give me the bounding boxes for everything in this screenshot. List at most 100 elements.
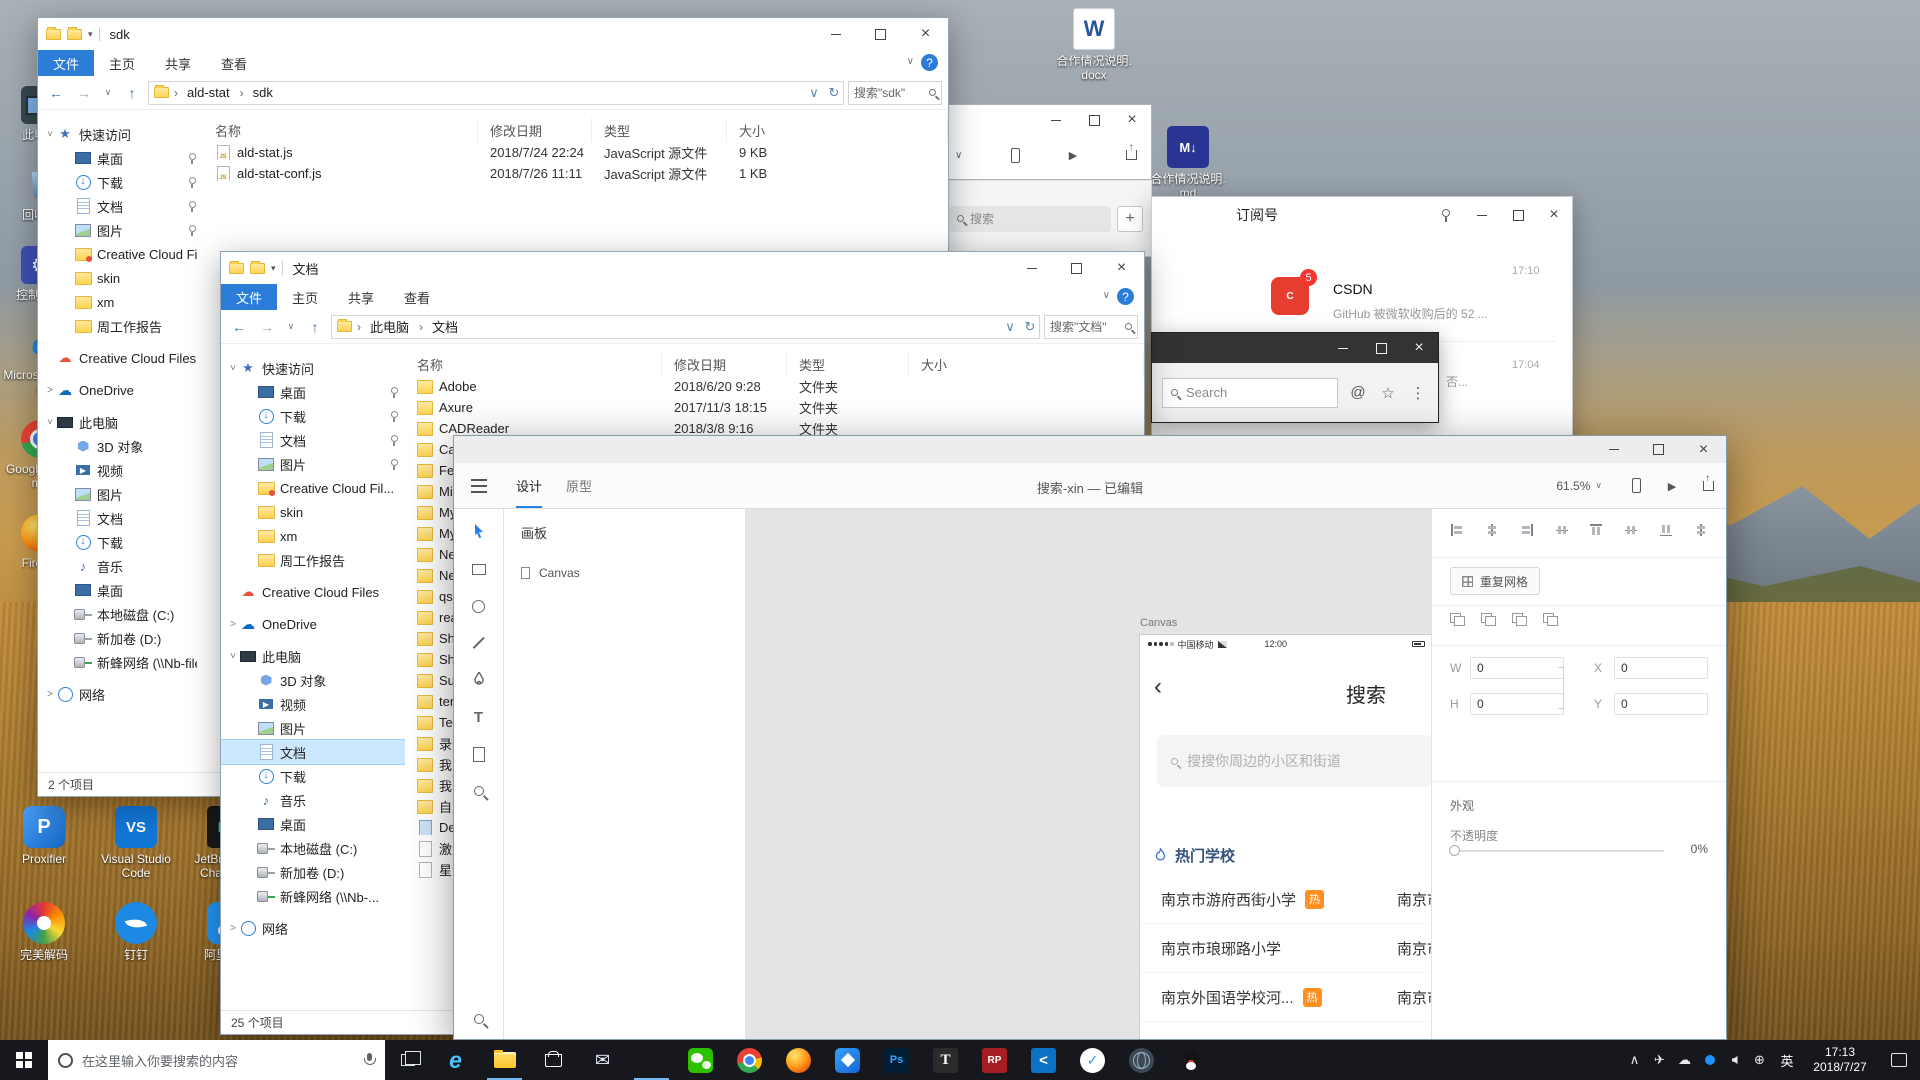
align-center-icon[interactable] <box>1485 523 1499 537</box>
search-box[interactable]: 搜索"文档" <box>1044 314 1138 339</box>
taskbar-app-button[interactable] <box>578 1040 627 1080</box>
up-button[interactable]: ↑ <box>303 315 327 339</box>
taskbar-app-button[interactable]: T <box>921 1040 970 1080</box>
nav-item[interactable]: 下载 <box>221 764 405 788</box>
maximize-button[interactable] <box>1362 333 1400 363</box>
boolean-subtract-icon[interactable] <box>1481 613 1496 626</box>
ribbon-tab[interactable]: 查看 <box>389 284 445 310</box>
slider-knob[interactable] <box>1449 845 1460 856</box>
close-button[interactable] <box>1099 252 1144 284</box>
nav-item[interactable]: 图片 <box>221 716 405 740</box>
ribbon-tab[interactable]: 共享 <box>150 50 206 76</box>
chevron-down-icon[interactable]: ∨ <box>955 150 962 161</box>
feed-source[interactable]: CSDN <box>1333 281 1373 297</box>
ribbon-tab[interactable]: 主页 <box>277 284 333 310</box>
ribbon-tab[interactable]: 主页 <box>94 50 150 76</box>
recent-locations-icon[interactable]: ∨ <box>100 81 116 105</box>
desktop-icon[interactable]: P Proxifier <box>6 806 82 880</box>
nav-item[interactable]: 下载 <box>221 404 405 428</box>
play-icon[interactable] <box>1654 463 1690 509</box>
close-button[interactable] <box>903 18 948 50</box>
nav-item[interactable]: 图片 <box>221 452 405 476</box>
nav-item[interactable]: xm <box>38 290 203 314</box>
minimize-button[interactable] <box>1464 197 1500 233</box>
file-row[interactable]: ald-stat-conf.js 2018/7/26 11:11 JavaScr… <box>203 163 948 184</box>
plane-icon[interactable]: ✈ <box>1647 1040 1672 1080</box>
artboard[interactable]: 中国移动 12:00 ‹ 搜索 搜搜你周边的小区和街道 热门学校 南京市游府西街… <box>1140 635 1431 1039</box>
address-bar[interactable]: 此电脑文档 ∨ ↻ <box>331 314 1040 339</box>
taskbar-app-button[interactable] <box>1019 1040 1068 1080</box>
expander-icon[interactable]: ˃ <box>227 923 239 934</box>
nav-item[interactable]: 新蜂网络 (\\Nb-... <box>221 884 405 908</box>
search-box[interactable]: 搜索 <box>949 205 1111 232</box>
microphone-icon[interactable] <box>363 1052 376 1068</box>
titlebar[interactable]: ▾ sdk <box>38 18 948 50</box>
tab-design[interactable]: 设计 <box>516 463 542 508</box>
taskbar-app-button[interactable]: e <box>431 1040 480 1080</box>
ribbon-tab[interactable]: 文件 <box>221 284 278 310</box>
share-icon[interactable] <box>1690 463 1726 509</box>
column-header[interactable]: 修改日期 <box>478 118 592 142</box>
taskbar-app-button[interactable] <box>1117 1040 1166 1080</box>
minimize-button[interactable] <box>1037 105 1075 135</box>
tab-prototype[interactable]: 原型 <box>566 463 592 508</box>
desktop-icon[interactable]: 钉钉 <box>98 902 174 962</box>
boolean-intersect-icon[interactable] <box>1512 613 1527 626</box>
taskbar-app-button[interactable] <box>676 1040 725 1080</box>
maximize-button[interactable] <box>1075 105 1113 135</box>
taskbar-search-box[interactable]: 在这里输入你要搜索的内容 <box>48 1040 385 1080</box>
quick-access-toolbar-caret[interactable]: ▾ <box>271 263 276 274</box>
file-row[interactable]: Axure 2017/11/3 18:15 文件夹 <box>405 397 1144 418</box>
nav-item[interactable]: ˅ 快速访问 <box>221 356 405 380</box>
close-button[interactable] <box>1536 197 1572 233</box>
task-view-button[interactable] <box>385 1040 431 1080</box>
nav-item[interactable]: 音乐 <box>221 788 405 812</box>
boolean-add-icon[interactable] <box>1450 613 1465 626</box>
distribute-vertical-icon[interactable] <box>1694 523 1708 537</box>
volume-icon[interactable] <box>1722 1040 1747 1080</box>
maximize-button[interactable] <box>1054 252 1099 284</box>
minimize-button[interactable] <box>1009 252 1054 284</box>
forward-button[interactable]: → <box>255 315 279 339</box>
desktop-icon[interactable]: W 合作情况说明.docx <box>1056 8 1132 82</box>
quick-access-toolbar-caret[interactable]: ▾ <box>88 29 93 40</box>
titlebar[interactable] <box>1152 333 1438 363</box>
artboard-label[interactable]: Canvas <box>1140 617 1177 629</box>
align-left-icon[interactable] <box>1450 523 1464 537</box>
nav-item[interactable]: 本地磁盘 (C:) <box>221 836 405 860</box>
ribbon-collapse-icon[interactable]: ∨ <box>907 56 914 67</box>
nav-item[interactable]: 下载 <box>38 170 203 194</box>
expander-icon[interactable]: ˃ <box>44 689 56 700</box>
nav-item[interactable]: ˅ 此电脑 <box>221 644 405 668</box>
share-icon[interactable] <box>1126 142 1137 160</box>
nav-item[interactable]: 3D 对象 <box>38 434 203 458</box>
minimize-button[interactable] <box>1324 333 1362 363</box>
nav-item[interactable]: 桌面 <box>221 812 405 836</box>
field-input[interactable]: 0 <box>1470 657 1564 679</box>
hamburger-menu-icon[interactable] <box>454 463 504 509</box>
nav-item[interactable]: 桌面 <box>38 146 203 170</box>
file-row[interactable]: Adobe 2018/6/20 9:28 文件夹 <box>405 376 1144 397</box>
boolean-exclude-icon[interactable] <box>1543 613 1558 626</box>
distribute-horizontal-icon[interactable] <box>1555 523 1569 537</box>
nav-item[interactable]: ˅ 此电脑 <box>38 410 203 434</box>
nav-item[interactable]: 桌面 <box>221 380 405 404</box>
field-input[interactable]: 0 <box>1470 693 1564 715</box>
expander-icon[interactable]: ˅ <box>227 363 239 374</box>
ribbon-tab[interactable]: 文件 <box>38 50 95 76</box>
pin-icon[interactable] <box>1428 197 1464 233</box>
taskbar-app-button[interactable] <box>725 1040 774 1080</box>
network-icon[interactable]: ⊕ <box>1747 1040 1772 1080</box>
device-preview-icon[interactable] <box>1011 147 1021 163</box>
list-item[interactable]: 南京市琅琊路小学 南京市 <box>1140 924 1431 973</box>
nav-item[interactable]: 音乐 <box>38 554 203 578</box>
column-header[interactable]: 名称 <box>203 118 478 142</box>
taskbar-app-button[interactable] <box>1068 1040 1117 1080</box>
nav-item[interactable]: 图片 <box>38 482 203 506</box>
align-middle-icon[interactable] <box>1624 523 1638 537</box>
desktop-icon[interactable]: 完美解码 <box>6 902 82 962</box>
nav-item[interactable]: Creative Cloud Fil... <box>38 242 203 266</box>
quick-access-icon[interactable] <box>250 260 265 274</box>
forward-button[interactable]: → <box>72 81 96 105</box>
nav-item[interactable]: 视频 <box>221 692 405 716</box>
